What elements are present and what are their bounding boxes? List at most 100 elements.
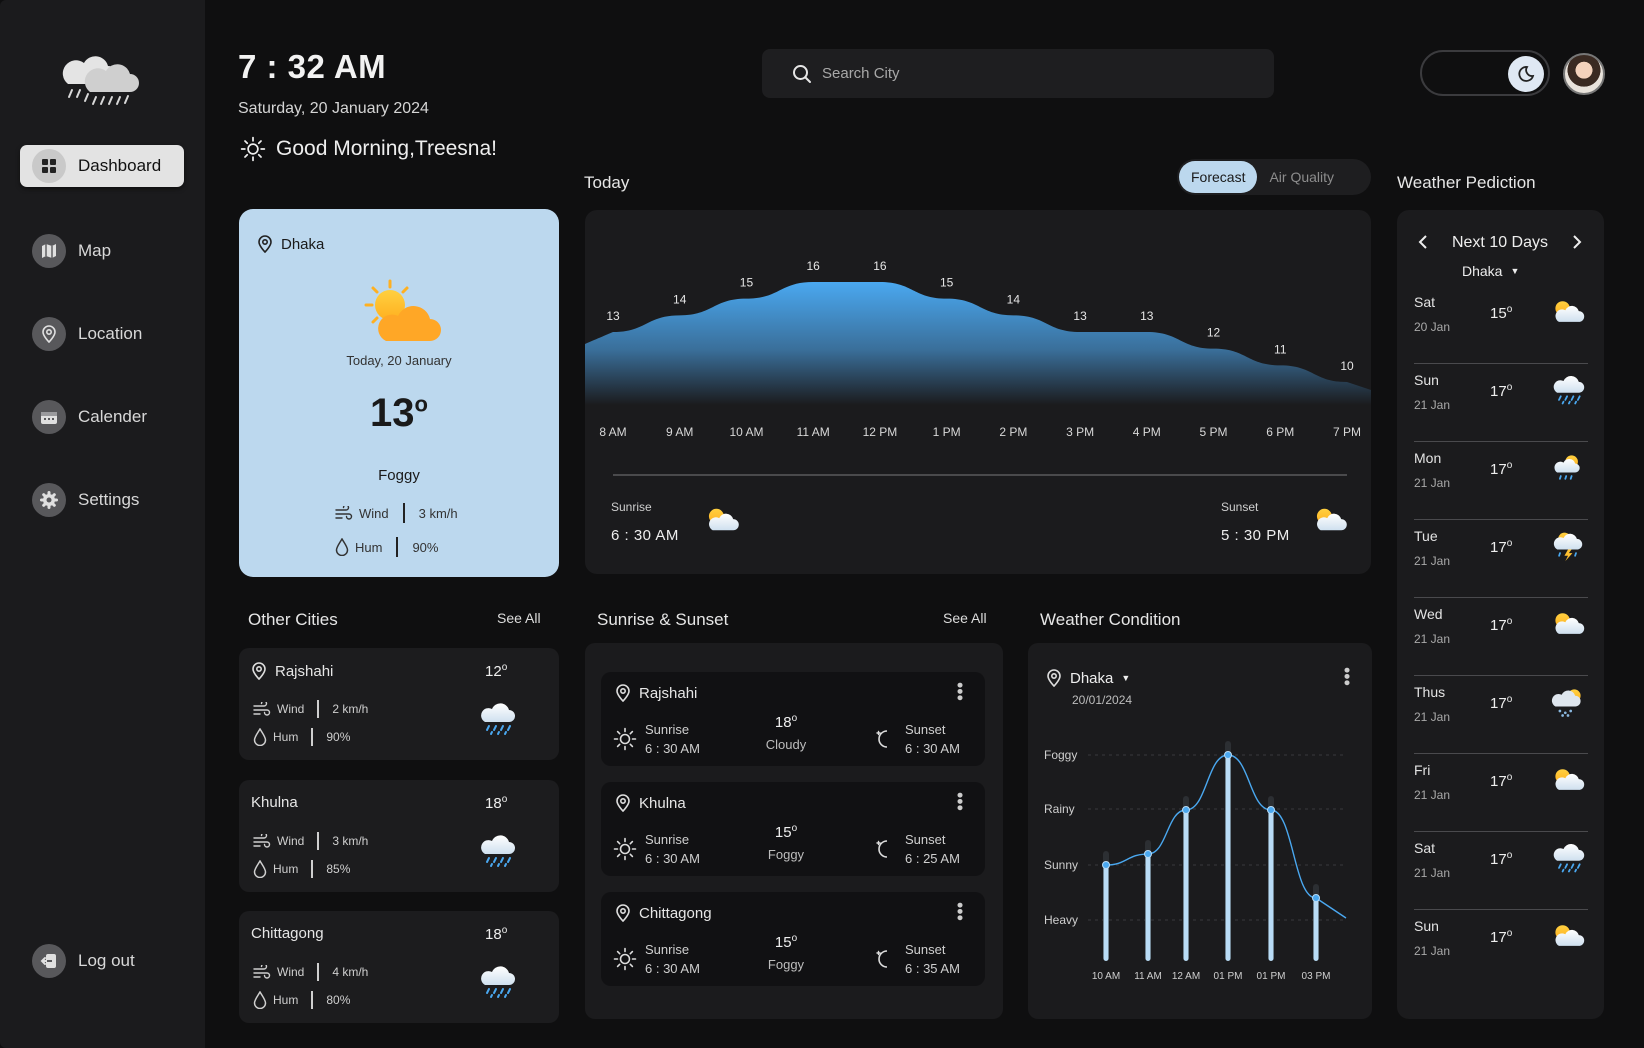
wind-label: Wind: [359, 505, 389, 521]
wind-icon: [335, 506, 353, 520]
temperature-label: 13: [606, 309, 620, 323]
forecast-temp: 17o: [1490, 928, 1513, 946]
sidebar-item-map[interactable]: Map: [20, 230, 184, 272]
more-options-icon[interactable]: •••: [950, 682, 970, 701]
other-cities-see-all[interactable]: See All: [497, 610, 541, 626]
sidebar-item-dashboard[interactable]: Dashboard: [20, 145, 184, 187]
forecast-day-row[interactable]: Wed 21 Jan 17o: [1414, 598, 1588, 676]
logout-button[interactable]: Log out: [20, 940, 184, 982]
forecast-day-row[interactable]: Tue 21 Jan 17o: [1414, 520, 1588, 598]
humidity-icon: [253, 728, 267, 746]
more-options-icon[interactable]: •••: [950, 902, 970, 921]
chevron-right-icon[interactable]: [1571, 234, 1583, 255]
settings-icon: [32, 483, 66, 517]
logout-icon: [32, 944, 66, 978]
cloud-rain-icon: [477, 834, 517, 868]
temperature-label: 16: [807, 259, 821, 273]
location-icon: [32, 317, 66, 351]
x-tick-label: 7 PM: [1333, 425, 1361, 439]
y-tick-label: Sunny: [1044, 858, 1078, 872]
prediction-panel: Next 10 Days Dhaka ▼ Sat 20 Jan 15o Sun …: [1397, 210, 1604, 1019]
forecast-day-row[interactable]: Sun 21 Jan 17o: [1414, 364, 1588, 442]
theme-toggle[interactable]: [1420, 50, 1550, 96]
condition-title: Weather Condition: [1040, 610, 1181, 629]
search-input[interactable]: [822, 65, 1222, 82]
cloud-sun-icon: [1311, 506, 1349, 534]
cloud-rain-icon: [477, 965, 517, 999]
user-avatar[interactable]: [1563, 53, 1605, 95]
current-city-name: Dhaka: [281, 235, 325, 253]
city-card[interactable]: Rajshahi 12o Wind 2 km/h Hum 90%: [239, 648, 559, 760]
forecast-date: 21 Jan: [1414, 554, 1451, 568]
forecast-day: Fri: [1414, 762, 1431, 778]
x-tick-label: 10 AM: [729, 425, 763, 439]
sunset-label: Sunset: [1221, 500, 1259, 514]
moon-icon: [873, 727, 897, 751]
temperature-label: 14: [673, 292, 687, 306]
sunrise-icon: [613, 727, 637, 751]
forecast-tabs: Forecast Air Quality: [1177, 159, 1371, 195]
sidebar-item-location[interactable]: Location: [20, 313, 184, 355]
forecast-temp: 17o: [1490, 538, 1513, 556]
sunrise-icon: [613, 947, 637, 971]
moon-icon: [873, 947, 897, 971]
x-tick-label: 11 AM: [1134, 971, 1162, 982]
x-tick-label: 4 PM: [1133, 425, 1161, 439]
tab-air-quality[interactable]: Air Quality: [1257, 161, 1346, 193]
cloud-sun-icon: [703, 506, 741, 534]
city-card[interactable]: Khulna 18o Wind 3 km/h Hum 85%: [239, 780, 559, 892]
forecast-day-row[interactable]: Sat 21 Jan 17o: [1414, 832, 1588, 910]
more-options-icon[interactable]: •••: [950, 792, 970, 811]
location-pin-icon: [615, 904, 631, 922]
sidebar-item-settings[interactable]: Settings: [20, 479, 184, 521]
forecast-day-row[interactable]: Mon 21 Jan 17o: [1414, 442, 1588, 520]
x-tick-label: 11 AM: [797, 425, 830, 439]
sunset-info: Sunset 6 : 25 AM: [873, 830, 960, 868]
forecast-day: Sun: [1414, 918, 1439, 934]
city-temp: 18o: [485, 925, 508, 943]
chevron-left-icon[interactable]: [1417, 234, 1429, 255]
search-icon: [792, 64, 812, 84]
condition-bar: [1103, 865, 1109, 961]
city-card[interactable]: Chittagong 18o Wind 4 km/h Hum 80%: [239, 911, 559, 1023]
forecast-temp: 17o: [1490, 460, 1513, 478]
weather-condition-chart: Heavy Sunny Rainy Foggy 10 AM 11 AM 12 AM 01 PM…: [1044, 741, 1347, 982]
sun-times-card[interactable]: Chittagong ••• Sunrise 6 : 30 AM 15o Fogg…: [601, 892, 985, 986]
condition-bar: [1268, 810, 1274, 961]
city-name: Chittagong: [615, 904, 712, 922]
x-tick-label: 12 PM: [863, 425, 898, 439]
x-tick-label: 2 PM: [999, 425, 1027, 439]
sun-times-card[interactable]: Khulna ••• Sunrise 6 : 30 AM 15o Foggy Su…: [601, 782, 985, 876]
forecast-day-row[interactable]: Sat 20 Jan 15o: [1414, 286, 1588, 364]
current-weather-card: Dhaka Today, 20 January 13o Foggy Wind 3…: [239, 209, 559, 577]
sidebar-item-calender[interactable]: Calender: [20, 396, 184, 438]
city-humidity: Hum 90%: [253, 728, 350, 746]
prediction-city-select[interactable]: Dhaka ▼: [1462, 263, 1519, 279]
sidebar-item-label: Map: [78, 241, 112, 260]
sun-times-see-all[interactable]: See All: [943, 610, 987, 626]
forecast-day: Mon: [1414, 450, 1442, 466]
humidity-icon: [253, 991, 267, 1009]
search-bar[interactable]: [762, 49, 1274, 98]
forecast-date: 20 Jan: [1414, 320, 1451, 334]
wind-icon: [253, 702, 271, 716]
current-condition: Foggy: [378, 467, 420, 484]
tab-forecast[interactable]: Forecast: [1179, 161, 1258, 193]
x-tick-label: 6 PM: [1266, 425, 1294, 439]
forecast-day-row[interactable]: Sun 21 Jan 17o: [1414, 910, 1588, 988]
today-panel: 13 14 15 16 16 15 14 13 13 12 11 10 8 AM 9 AM 10 AM 11 …: [585, 210, 1371, 574]
condition-point: [1102, 861, 1110, 869]
sidebar-item-label: Calender: [78, 407, 147, 426]
sunrise-info: Sunrise 6 : 30 AM: [613, 720, 700, 758]
caret-down-icon: ▼: [1510, 266, 1520, 276]
city-humidity: Hum 85%: [253, 860, 350, 878]
sunrise-time: 6 : 30 AM: [611, 527, 679, 544]
x-tick-label: 01 PM: [1257, 971, 1286, 982]
sidebar-item-label: Dashboard: [78, 156, 162, 175]
forecast-date: 21 Jan: [1414, 710, 1451, 724]
forecast-day-row[interactable]: Thus 21 Jan 17o: [1414, 676, 1588, 754]
city-name: Chittagong: [251, 925, 324, 942]
forecast-day-row[interactable]: Fri 21 Jan 17o: [1414, 754, 1588, 832]
city-condition: 15o Foggy: [767, 933, 805, 972]
sun-times-card[interactable]: Rajshahi ••• Sunrise 6 : 30 AM 18o Cloudy…: [601, 672, 985, 766]
